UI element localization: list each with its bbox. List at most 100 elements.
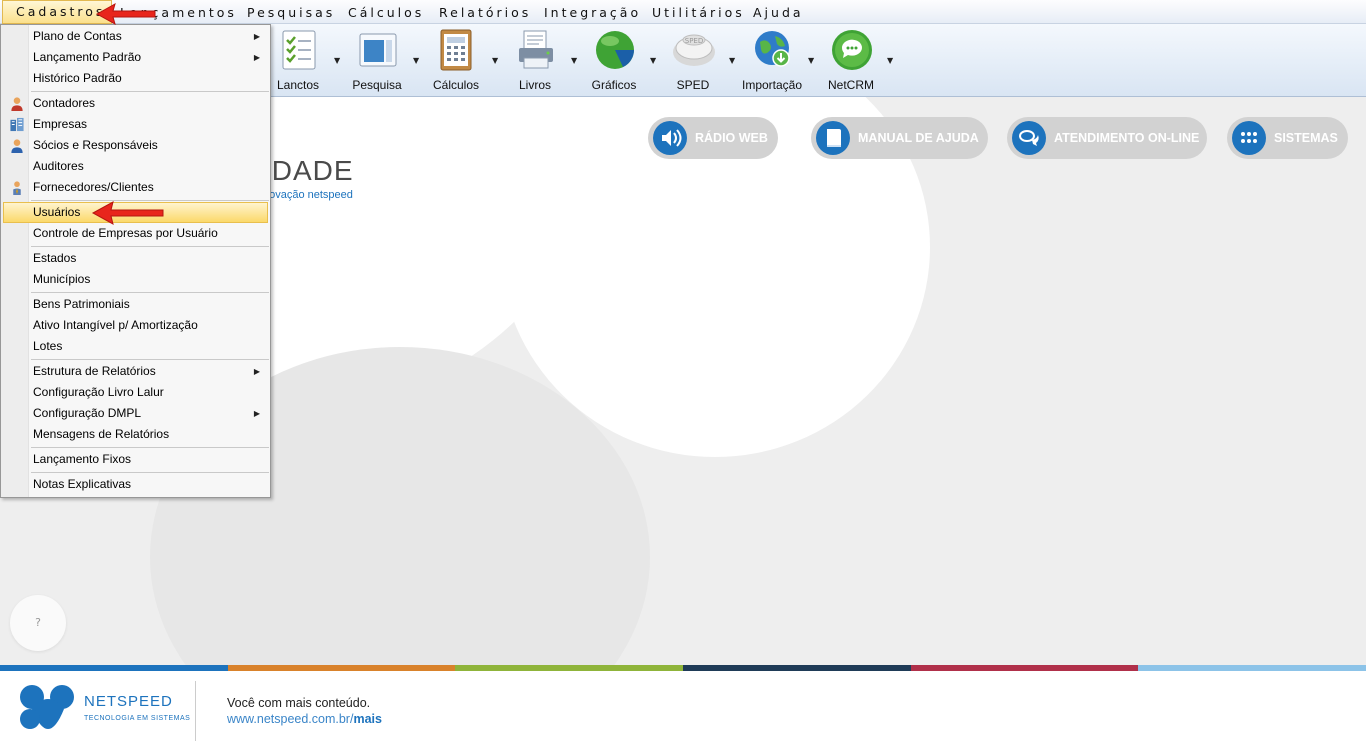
toolbar-lanctos-label: Lanctos [276, 78, 320, 92]
menu-separator [31, 447, 269, 448]
footer-link[interactable]: www.netspeed.com.br/mais [227, 712, 382, 726]
menu-separator [31, 359, 269, 360]
menu-item-mensagens-relatorios[interactable]: Mensagens de Relatórios [3, 424, 268, 445]
netspeed-logo-icon [20, 685, 74, 729]
menu-item-ativo-intangivel[interactable]: Ativo Intangível p/ Amortização [3, 315, 268, 336]
toolbar-netcrm-dropdown[interactable]: ▼ [887, 57, 895, 65]
menu-item-auditores[interactable]: Auditores [3, 156, 268, 177]
menu-item-controle-empresas-usuario[interactable]: Controle de Empresas por Usuário [3, 223, 268, 244]
footer-tagline: TECNOLOGIA EM SISTEMAS [84, 715, 191, 722]
menu-calculos[interactable]: Cálculos [348, 0, 424, 24]
menu-item-label: Sócios e Responsáveis [33, 138, 158, 152]
toolbar-lanctos-button[interactable]: Lanctos [262, 24, 334, 96]
menu-separator [31, 91, 269, 92]
footer-link-url: www.netspeed.com.br/ [227, 712, 354, 726]
menu-item-bens-patrimoniais[interactable]: Bens Patrimoniais [3, 294, 268, 315]
window-icon [359, 33, 397, 67]
menu-item-label: Plano de Contas [33, 29, 122, 43]
annotation-arrow-icon [95, 2, 156, 26]
printer-icon [519, 30, 553, 69]
globe-download-icon [755, 31, 790, 67]
toolbar-graficos-button[interactable]: Gráficos [578, 24, 650, 96]
menu-item-plano-de-contas[interactable]: Plano de Contas ▶ [3, 26, 268, 47]
person-icon [11, 97, 23, 111]
menubar: Cadastros Lançamentos Pesquisas Cálculos… [0, 0, 1366, 24]
menu-item-lancamento-fixos[interactable]: Lançamento Fixos [3, 449, 268, 470]
help-button[interactable]: ? [10, 595, 66, 651]
footer-slogan: Você com mais conteúdo. [227, 696, 371, 710]
menu-item-label: Lançamento Fixos [33, 452, 132, 466]
footer-link-bold: mais [353, 712, 382, 726]
menu-item-empresas[interactable]: Empresas [3, 114, 268, 135]
radio-web-label: RÁDIO WEB [695, 131, 768, 145]
grid-dots-icon [1232, 121, 1266, 155]
footer-company-name: NETSPEED [84, 693, 173, 710]
menu-item-label: Estados [33, 251, 77, 265]
submenu-arrow-icon: ▶ [253, 32, 260, 41]
menu-item-label: Histórico Padrão [33, 71, 122, 85]
menu-item-estrutura-relatorios[interactable]: Estrutura de Relatórios ▶ [3, 361, 268, 382]
menu-relatorios[interactable]: Relatórios [439, 0, 531, 24]
menu-pesquisas[interactable]: Pesquisas [247, 0, 335, 24]
menu-item-contadores[interactable]: Contadores [3, 93, 268, 114]
menu-item-label: Estrutura de Relatórios [33, 364, 156, 378]
menu-item-label: Notas Explicativas [33, 477, 132, 491]
menu-integracao[interactable]: Integração [544, 0, 641, 24]
toolbar-importacao-label: Importação [741, 78, 803, 92]
toolbar-netcrm-button[interactable]: NetCRM [815, 24, 887, 96]
pie-chart-icon [596, 31, 634, 69]
toolbar-sped-button[interactable]: SPED SPED [657, 24, 729, 96]
submenu-arrow-icon: ▶ [253, 409, 260, 418]
toolbar-livros-button[interactable]: Livros [499, 24, 571, 96]
manual-ajuda-button[interactable]: MANUAL DE AJUDA [811, 117, 988, 159]
menu-item-label: Bens Patrimoniais [33, 297, 130, 311]
toolbar-calculos-button[interactable]: Cálculos [420, 24, 492, 96]
sistemas-label: SISTEMAS [1274, 131, 1338, 145]
footer: NETSPEED TECNOLOGIA EM SISTEMAS Você com… [0, 671, 1366, 747]
menu-item-notas-explicativas[interactable]: Notas Explicativas [3, 474, 268, 495]
menu-utilitarios[interactable]: Utilitários [652, 0, 745, 24]
menu-item-lancamento-padrao[interactable]: Lançamento Padrão ▶ [3, 47, 268, 68]
menu-item-label: Lançamento Padrão [33, 50, 142, 64]
menu-item-label: Empresas [33, 117, 88, 131]
menu-item-historico-padrao[interactable]: Histórico Padrão [3, 68, 268, 89]
menu-ajuda[interactable]: Ajuda [753, 0, 804, 24]
menu-item-municipios[interactable]: Municípios [3, 269, 268, 290]
toolbar-importacao-button[interactable]: Importação [736, 24, 808, 96]
chat-icon [1012, 121, 1046, 155]
sped-badge-text: SPED [685, 37, 703, 45]
person-icon [11, 139, 23, 153]
menu-item-config-dmpl[interactable]: Configuração DMPL ▶ [3, 403, 268, 424]
menu-item-label: Usuários [33, 205, 81, 219]
calculator-icon [440, 29, 472, 71]
menu-item-lotes[interactable]: Lotes [3, 336, 268, 357]
sped-icon: SPED [673, 34, 715, 66]
sistemas-button[interactable]: SISTEMAS [1227, 117, 1348, 159]
atendimento-online-label: ATENDIMENTO ON-LINE [1054, 131, 1200, 145]
annotation-arrow-icon [91, 201, 164, 225]
menu-item-label: Fornecedores/Clientes [33, 180, 154, 194]
checklist-icon [282, 30, 316, 70]
cadastros-dropdown-menu: Plano de Contas ▶ Lançamento Padrão ▶ Hi… [0, 24, 271, 498]
toolbar-pesquisa-label: Pesquisa [352, 78, 402, 92]
menu-item-estados[interactable]: Estados [3, 248, 268, 269]
toolbar-livros-label: Livros [518, 78, 551, 92]
book-icon [816, 121, 850, 155]
submenu-arrow-icon: ▶ [253, 53, 260, 62]
toolbar-graficos-label: Gráficos [591, 78, 637, 92]
menu-item-label: Controle de Empresas por Usuário [33, 226, 218, 240]
atendimento-online-button[interactable]: ATENDIMENTO ON-LINE [1007, 117, 1207, 159]
menu-item-label: Contadores [33, 96, 96, 110]
menu-item-fornecedores-clientes[interactable]: Fornecedores/Clientes [3, 177, 268, 198]
radio-web-button[interactable]: RÁDIO WEB [648, 117, 778, 159]
menu-item-label: Configuração DMPL [33, 406, 142, 420]
menu-item-label: Ativo Intangível p/ Amortização [33, 318, 198, 332]
person-tie-icon [13, 181, 21, 195]
toolbar-netcrm-label: NetCRM [827, 78, 874, 92]
menu-separator [31, 292, 269, 293]
menu-item-config-livro-lalur[interactable]: Configuração Livro Lalur [3, 382, 268, 403]
menu-item-socios-responsaveis[interactable]: Sócios e Responsáveis [3, 135, 268, 156]
toolbar-pesquisa-button[interactable]: Pesquisa [341, 24, 413, 96]
menu-item-label: Mensagens de Relatórios [33, 427, 170, 441]
manual-ajuda-label: MANUAL DE AJUDA [858, 131, 979, 145]
